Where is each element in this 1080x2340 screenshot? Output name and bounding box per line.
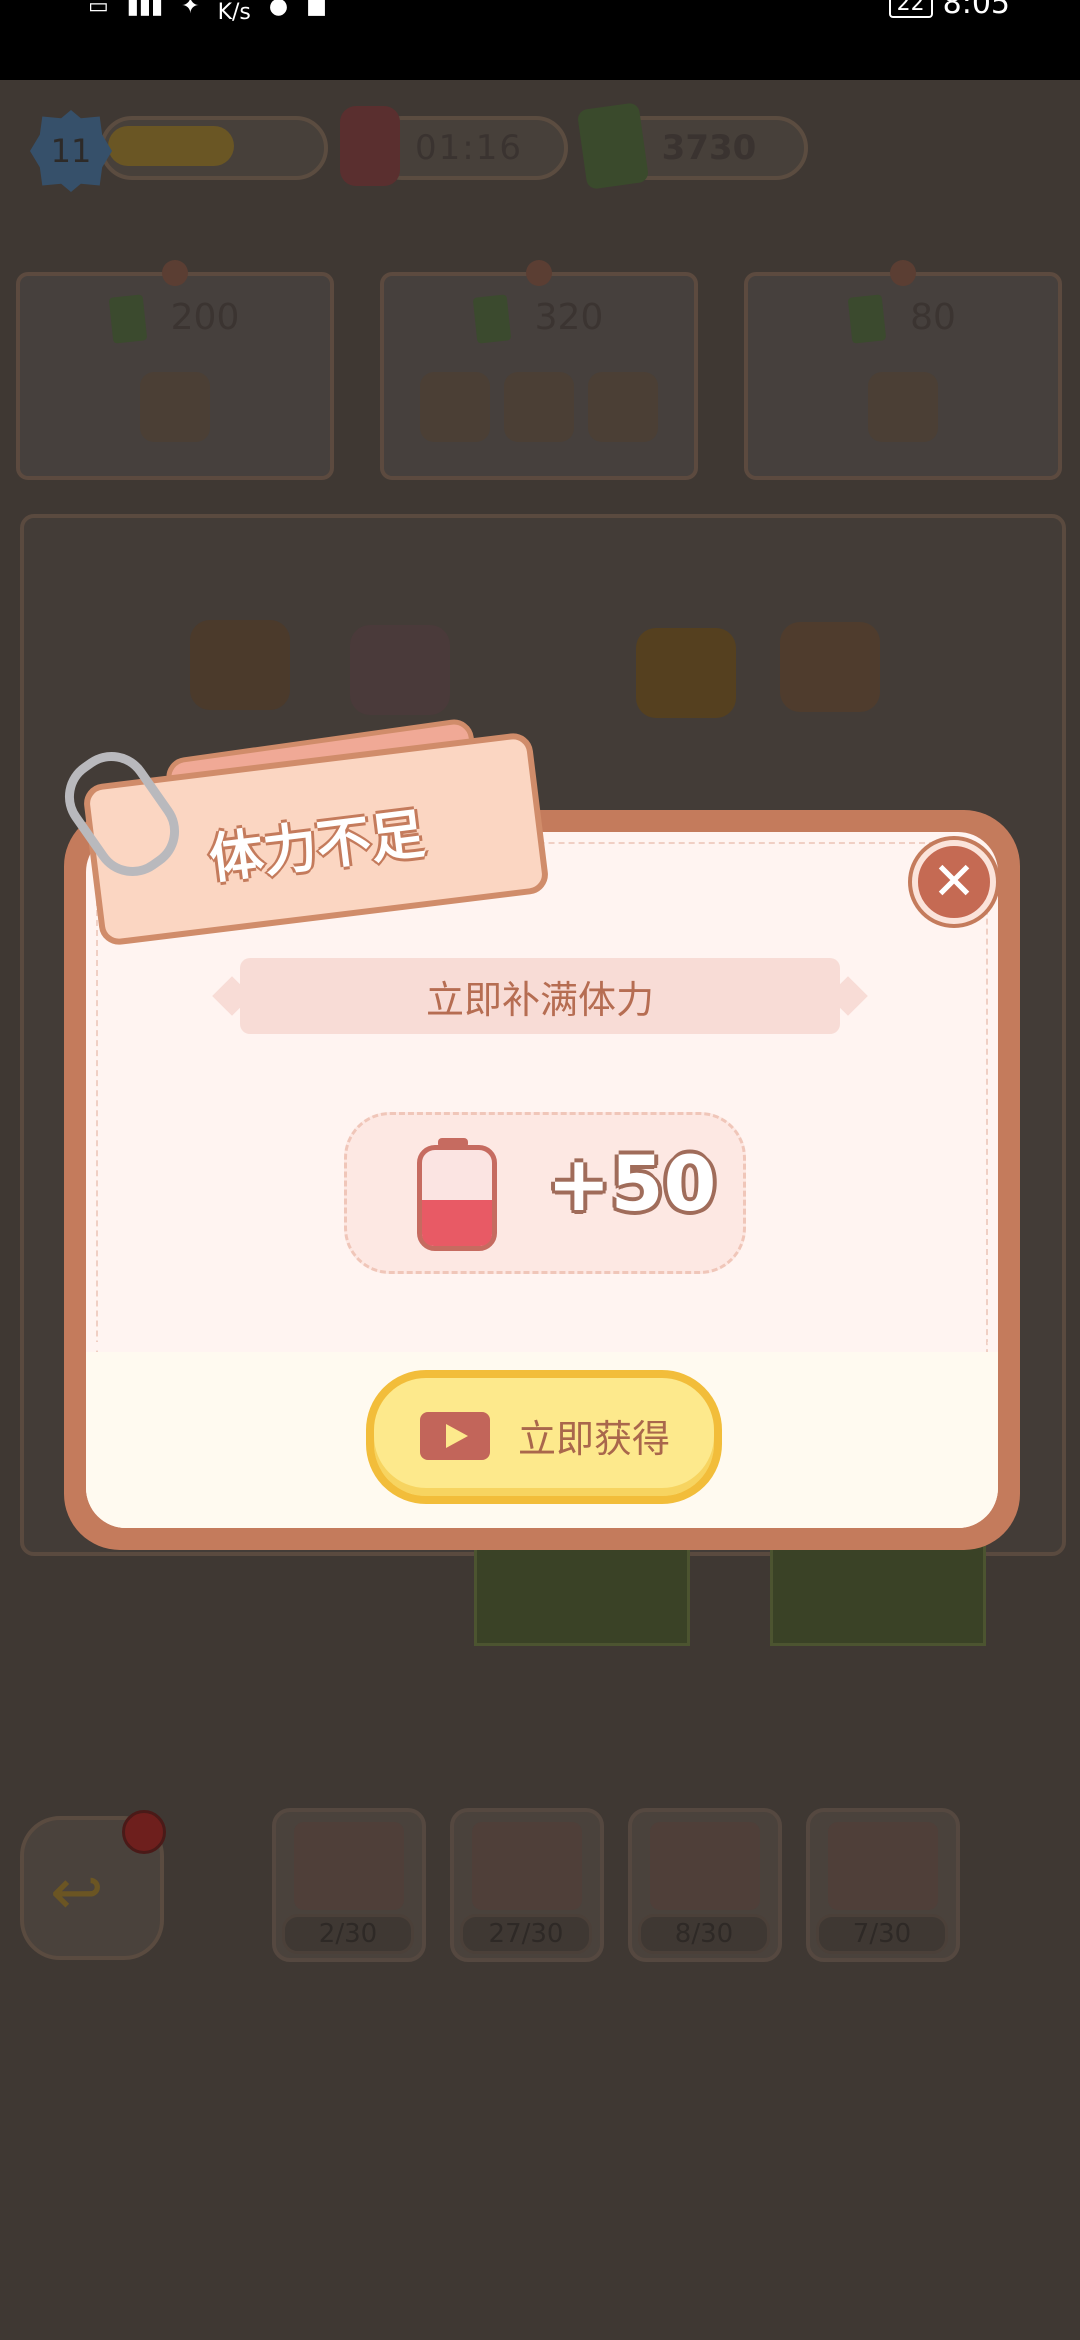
status-right: 22 8:05 (888, 0, 1010, 21)
reward-amount: +50 (547, 1139, 717, 1228)
sim-icon: ▭ (88, 0, 109, 19)
chat-icon: ● (268, 0, 289, 19)
close-icon: ✕ (932, 852, 976, 912)
clock: 8:05 (942, 0, 1010, 21)
energy-bottle-icon (417, 1138, 497, 1251)
get-now-label: 立即获得 (518, 1417, 671, 1461)
status-bar: ▭ ▮▮▮ ✦ K/s ● ■ 22 8:05 (0, 0, 1080, 80)
dialog-subtitle: 立即补满体力 (240, 958, 840, 1034)
net-speed: K/s (217, 0, 251, 25)
signal-icon: ▮▮▮ (126, 0, 164, 19)
message-icon: ■ (306, 0, 327, 19)
get-now-button[interactable]: 立即获得 (366, 1370, 722, 1504)
battery-icon: 22 (888, 0, 933, 18)
reward-box: +50 (344, 1112, 746, 1274)
wifi-icon: ✦ (181, 0, 200, 19)
video-ad-icon (420, 1412, 490, 1460)
bottle-fill (422, 1199, 492, 1246)
status-left: ▭ ▮▮▮ ✦ K/s ● ■ (88, 0, 327, 25)
bottle-cap (438, 1138, 468, 1148)
close-button[interactable]: ✕ (912, 840, 996, 924)
